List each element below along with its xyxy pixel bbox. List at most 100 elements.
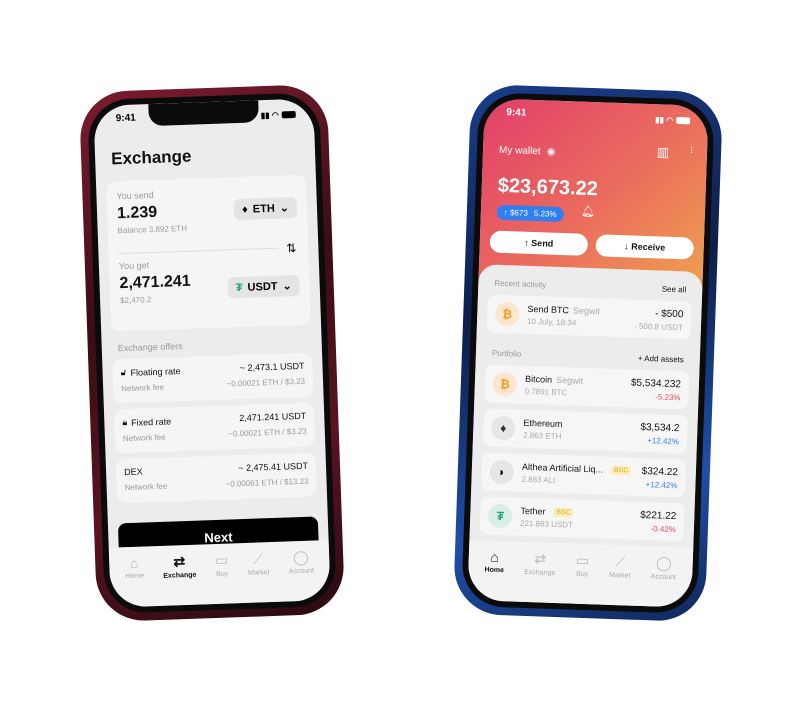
nav-exchange[interactable]: ⇄ Exchange — [523, 550, 556, 603]
offer-floating[interactable]: 🔓︎ Floating rate Network fee ~ 2,473.1 USD… — [112, 352, 314, 404]
offers-label: Exchange offers — [117, 341, 183, 354]
wallet-screen: 9:41 ▮▮ ◠ My wallet ◉ ▥ ⁝ $23,673.22 ↑ $67… — [467, 98, 709, 608]
offer-fee-label: Network fee — [124, 481, 168, 493]
add-assets-button[interactable]: + Add assets — [638, 354, 684, 365]
nav-account[interactable]: ◯ Account — [288, 549, 315, 602]
asset-amount: 0.7891 BTC — [524, 386, 568, 398]
wallet-title-label: My wallet — [498, 144, 541, 158]
nav-label: Market — [247, 569, 270, 577]
card-icon: ▭ — [214, 551, 229, 569]
see-all-link[interactable]: See all — [662, 285, 687, 295]
offer-fixed[interactable]: 🔒︎ Fixed rate Network fee 2,471.241 USDT ~0… — [113, 402, 316, 454]
notch — [148, 100, 259, 127]
send-token-select[interactable]: ♦ ETH ⌄ — [233, 196, 298, 221]
card-icon: ▭ — [575, 551, 590, 569]
get-token-select[interactable]: ₮ USDT ⌄ — [227, 274, 301, 299]
exchange-card: You send 1.239 Balance 3.892 ETH ♦ ETH ⌄ ⇅… — [105, 174, 312, 332]
coin-icon: ◗ — [489, 459, 515, 485]
tether-icon: ₮ — [235, 281, 243, 294]
nav-label: Home — [484, 566, 505, 575]
bottom-nav: ⌂ Home ⇄ Exchange ▭ Buy ⟋ Market ◯ Account — [467, 539, 694, 608]
exchange-phone: 9:41 ▮▮ ◠ Exchange You send 1.239 Balance… — [78, 83, 346, 623]
wallet-title[interactable]: My wallet ◉ — [499, 145, 556, 158]
send-token-label: ETH — [252, 202, 275, 215]
send-button[interactable]: ↑ Send — [489, 230, 589, 256]
eye-icon[interactable]: ◉ — [546, 146, 555, 157]
change-abs: ↑ $673 — [503, 207, 529, 218]
status-bar: 9:41 ▮▮ ◠ — [484, 106, 708, 128]
nav-account[interactable]: ◯ Account — [650, 554, 677, 607]
wallet-phone: 9:41 ▮▮ ◠ My wallet ◉ ▥ ⁝ $23,673.22 ↑ $67… — [452, 83, 724, 623]
asset-name: Tether — [520, 505, 546, 517]
offer-name: Fixed rate — [130, 415, 172, 428]
nav-label: Exchange — [163, 571, 197, 580]
asset-row[interactable]: ◗ Althea Artificial Liq... BSC 2.863 ALI $32… — [481, 452, 687, 498]
recent-label: Recent activity — [494, 278, 547, 290]
asset-row[interactable]: ₿ Bitcoin Segwit 0.7891 BTC $5,534.232 -5.23% — [484, 364, 690, 410]
user-icon: ◯ — [655, 554, 672, 572]
nav-home[interactable]: ⌂ Home — [125, 555, 145, 608]
bell-icon[interactable]: 🔔︎ — [581, 205, 595, 218]
activity-name: Send BTC — [527, 303, 570, 316]
nav-label: Exchange — [524, 568, 556, 577]
user-icon: ◯ — [292, 548, 309, 566]
offer-name: DEX — [123, 466, 143, 478]
nav-market[interactable]: ⟋ Market — [608, 553, 631, 606]
offer-fee: ~0.00021 ETH / $3.23 — [228, 426, 307, 439]
asset-change: +12.42% — [647, 435, 680, 446]
nav-label: Account — [288, 567, 315, 576]
page-title: Exchange — [110, 146, 192, 169]
stats-icon[interactable]: ▥ — [656, 144, 670, 160]
offer-dex[interactable]: DEX Network fee ~ 2,475.41 USDT ~0.00061 E… — [115, 452, 318, 504]
asset-name: Bitcoin — [524, 373, 553, 385]
receive-button[interactable]: ↓ Receive — [595, 234, 695, 260]
asset-amount: 221.863 USDT — [519, 518, 574, 530]
asset-change: +12.42% — [645, 479, 678, 490]
more-icon[interactable]: ⁝ — [690, 145, 694, 156]
change-badge: ↑ $673 5.23% — [496, 204, 564, 223]
nav-market[interactable]: ⟋ Market — [247, 550, 270, 603]
nav-exchange[interactable]: ⇄ Exchange — [163, 553, 198, 606]
asset-tag: Segwit — [555, 374, 584, 386]
swap-icon[interactable]: ⇅ — [286, 241, 297, 255]
nav-home[interactable]: ⌂ Home — [483, 549, 504, 602]
get-label: You get — [118, 260, 150, 272]
offer-value: ~ 2,473.1 USDT — [239, 360, 305, 374]
chart-icon: ⟋ — [615, 553, 626, 570]
get-token-label: USDT — [247, 280, 278, 294]
offer-fee: ~0.00061 ETH / $13.23 — [225, 476, 309, 489]
get-amount: 2,471.241 — [119, 272, 191, 293]
nav-buy[interactable]: ▭ Buy — [575, 552, 590, 604]
asset-price: $3,534.2 — [640, 421, 680, 434]
bitcoin-icon: ₿ — [494, 301, 520, 327]
asset-name: Althea Artificial Liq... — [521, 461, 604, 475]
bsc-badge: BSC — [553, 507, 575, 518]
activity-item[interactable]: ₿ Send BTC Segwit 10 July, 18:34 - $500- 5… — [486, 294, 692, 340]
exchange-icon: ⇄ — [173, 553, 186, 570]
activity-value: - $500 — [654, 307, 684, 320]
home-icon: ⌂ — [490, 548, 500, 566]
asset-price: $5,534.232 — [630, 377, 682, 390]
exchange-screen: 9:41 ▮▮ ◠ Exchange You send 1.239 Balance… — [93, 98, 331, 608]
nav-label: Account — [650, 573, 677, 582]
exchange-icon: ⇄ — [534, 550, 547, 567]
asset-price: $324.22 — [641, 465, 679, 478]
get-fiat: $2,470.2 — [119, 295, 152, 306]
unlock-icon: 🔓︎ — [120, 367, 127, 378]
asset-row[interactable]: ₮ Tether BSC 221.863 USDT $221.22 -0.42% — [479, 496, 685, 542]
offer-fee-label: Network fee — [122, 432, 166, 444]
bottom-nav: ⌂ Home ⇄ Exchange ▭ Buy ⟋ Market ◯ Account — [108, 540, 331, 608]
status-icons: ▮▮ ◠ — [260, 107, 296, 122]
status-icons: ▮▮ ◠ — [655, 112, 691, 127]
activity-sub: - 500.8 USDT — [633, 321, 684, 332]
coin-icon: ₮ — [487, 503, 513, 529]
coin-icon: ₿ — [492, 371, 518, 397]
clock: 9:41 — [506, 107, 527, 119]
activity-tag: Segwit — [572, 305, 601, 317]
change-pct: 5.23% — [533, 209, 557, 219]
asset-row[interactable]: ♦ Ethereum 2.863 ETH $3,534.2 +12.42% — [482, 408, 688, 454]
nav-buy[interactable]: ▭ Buy — [215, 552, 230, 604]
coin-icon: ♦ — [490, 415, 516, 441]
offer-fee: ~0.00021 ETH / $3.23 — [226, 376, 306, 389]
portfolio-label: Portfolio — [491, 348, 522, 359]
